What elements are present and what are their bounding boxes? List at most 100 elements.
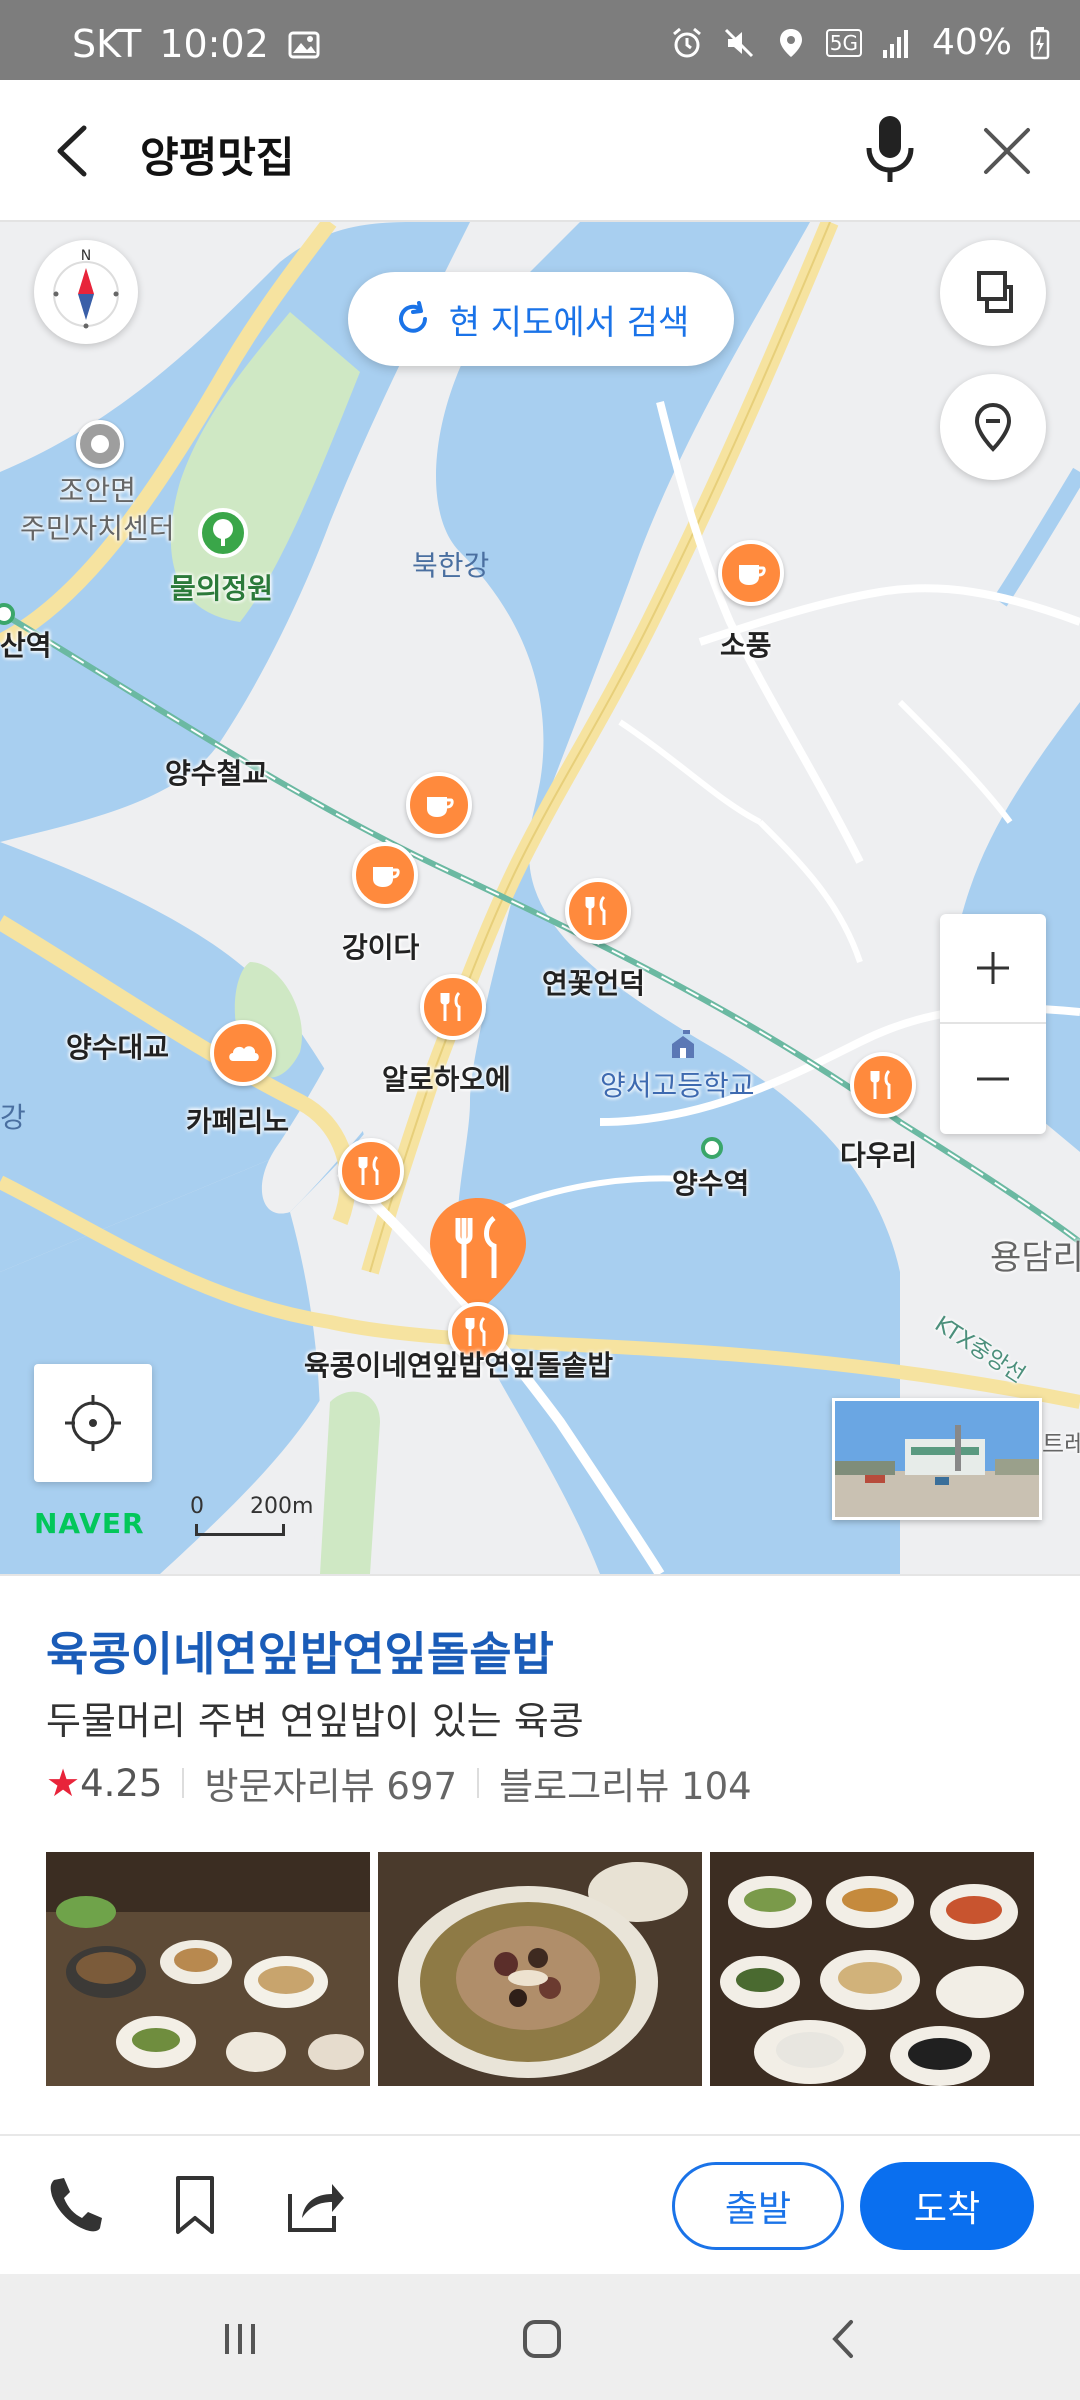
minus-icon bbox=[977, 1077, 1009, 1081]
map-pin-caferino[interactable] bbox=[210, 1020, 276, 1086]
layers-button[interactable] bbox=[940, 240, 1046, 346]
share-button[interactable] bbox=[280, 2170, 350, 2240]
network-badge: 5G bbox=[825, 28, 862, 57]
map-label-right-edge: 트레 bbox=[1042, 1430, 1080, 1458]
place-photo-2[interactable] bbox=[378, 1852, 702, 2086]
microphone-icon bbox=[866, 116, 914, 182]
scale-bar bbox=[195, 1524, 285, 1536]
fork-knife-icon bbox=[870, 1069, 891, 1099]
school-icon bbox=[668, 1030, 698, 1064]
fork-knife-icon bbox=[358, 1155, 379, 1185]
cloud-bakery-icon bbox=[229, 1046, 259, 1061]
place-photo-3[interactable] bbox=[710, 1852, 1034, 2086]
share-icon bbox=[288, 2184, 344, 2232]
map-pin-label-aloha: 알로하오에 bbox=[382, 1063, 511, 1096]
map-pin-dauri[interactable] bbox=[850, 1052, 916, 1118]
place-name[interactable]: 육콩이네연잎밥연잎돌솥밥 bbox=[46, 1618, 554, 1684]
map-view[interactable]: 조안면 주민자치센터 물의정원 북한강 산역 양수철교 양수대교 강 양서고등학… bbox=[0, 222, 1080, 1574]
map-pin-label-gangida: 강이다 bbox=[342, 931, 420, 964]
map-pin-sopoong[interactable] bbox=[718, 540, 784, 606]
compass-icon: N bbox=[53, 248, 119, 329]
map-pin-label-sopoong: 소풍 bbox=[720, 629, 772, 662]
map-label-yongdam: 용담리 bbox=[990, 1238, 1080, 1278]
back-button[interactable] bbox=[40, 116, 110, 186]
place-description: 두물머리 주변 연잎밥이 있는 육콩 bbox=[46, 1699, 584, 1743]
chevron-left-icon bbox=[832, 2320, 853, 2358]
alarm-icon bbox=[670, 26, 704, 60]
map-pin-restaurant-small[interactable] bbox=[338, 1138, 404, 1204]
zoom-controls bbox=[940, 914, 1046, 1134]
call-button[interactable] bbox=[40, 2170, 110, 2240]
place-rating: 4.25 bbox=[80, 1761, 163, 1805]
clear-search-button[interactable] bbox=[972, 116, 1042, 186]
scale-zero: 0 bbox=[190, 1494, 204, 1519]
refresh-icon bbox=[398, 301, 427, 333]
layers-icon bbox=[977, 271, 1013, 313]
map-label-school: 양서고등학교 bbox=[600, 1069, 755, 1102]
current-location-button[interactable] bbox=[34, 1364, 152, 1482]
map-label-yangsu-iron-bridge: 양수철교 bbox=[165, 757, 269, 790]
government-office-icon bbox=[76, 420, 124, 468]
chevron-left-icon bbox=[57, 125, 87, 177]
zoom-out-button[interactable] bbox=[940, 1024, 1046, 1134]
food-photo-side-dishes bbox=[710, 1852, 1034, 2086]
battery-charging-icon bbox=[1030, 26, 1050, 60]
search-this-area-label: 현 지도에서 검색 bbox=[448, 302, 690, 343]
bookmark-icon bbox=[176, 2176, 214, 2234]
search-header: 양평맛집 bbox=[0, 80, 1080, 222]
place-meta: ★ 4.25 방문자리뷰 697 블로그리뷰 104 bbox=[46, 1756, 752, 1810]
compass-button[interactable]: N bbox=[34, 240, 138, 344]
coffee-cup-icon bbox=[373, 867, 400, 887]
recent-apps-icon bbox=[225, 2324, 255, 2354]
system-nav-bar bbox=[0, 2274, 1080, 2400]
search-this-area-button[interactable]: 현 지도에서 검색 bbox=[348, 272, 734, 366]
place-photo-1[interactable] bbox=[46, 1852, 370, 2086]
street-view-image bbox=[835, 1401, 1039, 1517]
battery-percent: 40% bbox=[931, 22, 1012, 63]
map-pin-cafe-small[interactable] bbox=[406, 772, 472, 838]
map-pin-label-lotus-hill: 연꽃언덕 bbox=[542, 967, 646, 1000]
my-places-button[interactable] bbox=[940, 374, 1046, 480]
meta-divider bbox=[477, 1768, 480, 1798]
zoom-in-button[interactable] bbox=[940, 914, 1046, 1024]
signal-icon bbox=[880, 26, 914, 60]
map-pin-aloha[interactable] bbox=[420, 974, 486, 1040]
map-pin-label-caferino: 카페리노 bbox=[186, 1105, 290, 1138]
voice-search-button[interactable] bbox=[855, 110, 925, 190]
map-label-bukhan-river: 북한강 bbox=[412, 549, 490, 582]
food-photo-lotus-rice bbox=[378, 1852, 702, 2086]
system-back-button[interactable] bbox=[804, 2304, 884, 2374]
fork-knife-icon bbox=[585, 895, 606, 925]
map-label-yangsu-station: 양수역 bbox=[672, 1167, 750, 1200]
street-view-thumbnail[interactable] bbox=[832, 1398, 1042, 1520]
status-bar: SKT 10:02 5G 40% bbox=[0, 0, 1080, 80]
carrier: SKT bbox=[72, 22, 142, 66]
depart-button[interactable]: 출발 bbox=[672, 2162, 844, 2250]
plus-icon bbox=[977, 952, 1009, 984]
close-icon bbox=[984, 128, 1030, 174]
naver-logo: NAVER bbox=[34, 1507, 145, 1540]
save-bookmark-button[interactable] bbox=[160, 2170, 230, 2240]
map-pin-gangida[interactable] bbox=[352, 842, 418, 908]
visitor-reviews[interactable]: 방문자리뷰 697 bbox=[204, 1756, 457, 1810]
recent-apps-button[interactable] bbox=[200, 2304, 280, 2374]
map-pin-lotus-hill[interactable] bbox=[565, 878, 631, 944]
blog-reviews[interactable]: 블로그리뷰 104 bbox=[499, 1756, 752, 1810]
arrive-button[interactable]: 도착 bbox=[860, 2162, 1034, 2250]
map-label-station-left: 산역 bbox=[0, 629, 52, 662]
park-icon bbox=[198, 508, 248, 558]
home-button[interactable] bbox=[502, 2304, 582, 2374]
mute-icon bbox=[722, 26, 756, 60]
map-label-mului-garden: 물의정원 bbox=[170, 572, 274, 605]
food-photo-table-spread bbox=[46, 1852, 370, 2086]
search-query-text[interactable]: 양평맛집 bbox=[140, 124, 295, 185]
place-info-card[interactable]: 육콩이네연잎밥연잎돌솥밥 두물머리 주변 연잎밥이 있는 육콩 ★ 4.25 방… bbox=[0, 1574, 1080, 2134]
clock: 10:02 bbox=[159, 22, 269, 66]
phone-icon bbox=[50, 2178, 102, 2232]
scale-label: 200m bbox=[250, 1494, 314, 1519]
fork-knife-icon bbox=[440, 991, 461, 1021]
star-icon: ★ bbox=[46, 1761, 81, 1805]
gallery-icon bbox=[287, 27, 321, 61]
meta-divider bbox=[182, 1768, 185, 1798]
map-label-river-left: 강 bbox=[0, 1101, 26, 1134]
